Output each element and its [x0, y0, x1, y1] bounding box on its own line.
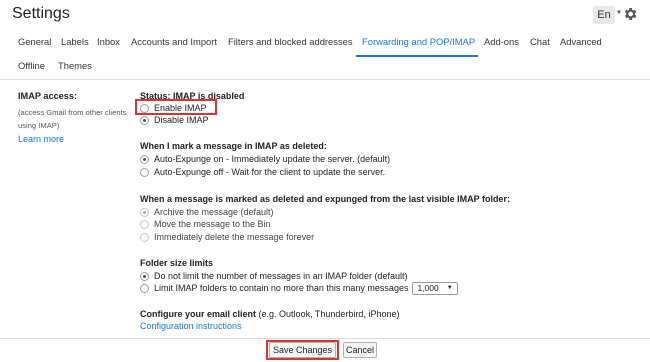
no-limit-option[interactable]: Do not limit the number of messages in a…	[140, 270, 407, 282]
archive-option: Archive the message (default)	[140, 206, 274, 218]
enable-imap-label: Enable IMAP	[154, 103, 207, 113]
tab-add-ons[interactable]: Add-ons	[484, 36, 519, 47]
no-limit-radio[interactable]	[140, 271, 149, 281]
enable-imap-option[interactable]: Enable IMAP	[140, 102, 207, 114]
auto-expunge-on-option[interactable]: Auto-Expunge on - Immediately update the…	[140, 153, 390, 165]
chevron-down-icon: ▼	[446, 285, 453, 291]
archive-radio	[140, 207, 149, 217]
tab-filters[interactable]: Filters and blocked addresses	[228, 36, 353, 47]
imap-access-section: IMAP access: (access Gmail from other cl…	[18, 91, 133, 144]
configure-client-examples: (e.g. Outlook, Thunderbird, iPhone)	[258, 309, 400, 319]
limit-folders-label: Limit IMAP folders to contain no more th…	[154, 283, 409, 293]
delete-forever-option: Immediately delete the message forever	[140, 231, 314, 243]
settings-header: Settings En ▼	[0, 0, 650, 30]
imap-access-description: (access Gmail from other clients using I…	[18, 108, 127, 130]
footer-divider	[0, 338, 650, 339]
learn-more-link[interactable]: Learn more	[18, 134, 133, 144]
move-to-bin-radio	[140, 219, 149, 229]
move-to-bin-label: Move the message to the Bin	[154, 219, 271, 229]
folder-size-title: Folder size limits	[140, 258, 214, 268]
active-tab-indicator	[356, 55, 478, 57]
tab-offline[interactable]: Offline	[18, 60, 45, 71]
tab-forwarding-pop-imap[interactable]: Forwarding and POP/IMAP	[362, 36, 475, 47]
tab-labels[interactable]: Labels	[61, 36, 89, 47]
configure-client-title: Configure your email client (e.g. Outloo…	[140, 309, 399, 319]
folder-limit-select[interactable]: 1,000 ▼	[412, 281, 458, 295]
tab-advanced[interactable]: Advanced	[560, 36, 602, 47]
disable-imap-option[interactable]: Disable IMAP	[140, 114, 209, 126]
limit-folders-radio[interactable]	[140, 283, 149, 293]
disable-imap-radio[interactable]	[140, 115, 149, 125]
no-limit-label: Do not limit the number of messages in a…	[154, 271, 408, 281]
configuration-instructions-link[interactable]: Configuration instructions	[140, 321, 242, 331]
auto-expunge-on-radio[interactable]	[140, 154, 149, 164]
folder-limit-value: 1,000	[417, 283, 439, 293]
archive-label: Archive the message (default)	[154, 207, 274, 217]
enable-imap-radio[interactable]	[140, 103, 149, 113]
auto-expunge-off-option[interactable]: Auto-Expunge off - Wait for the client t…	[140, 166, 385, 178]
imap-access-label: IMAP access:	[18, 91, 78, 101]
expunged-title: When a message is marked as deleted and …	[140, 194, 510, 204]
auto-expunge-off-radio[interactable]	[140, 167, 149, 177]
configure-client-heading: Configure your email client	[140, 309, 257, 319]
tab-general[interactable]: General	[18, 36, 51, 47]
save-changes-button[interactable]: Save Changes	[269, 342, 336, 358]
tab-themes[interactable]: Themes	[58, 60, 92, 71]
deleted-title: When I mark a message in IMAP as deleted…	[140, 141, 327, 151]
limit-folders-option[interactable]: Limit IMAP folders to contain no more th…	[140, 281, 458, 295]
delete-forever-radio	[140, 232, 149, 242]
gear-icon[interactable]	[622, 6, 638, 22]
tab-inbox[interactable]: Inbox	[97, 36, 120, 47]
tab-chat[interactable]: Chat	[530, 36, 550, 47]
disable-imap-label: Disable IMAP	[154, 115, 209, 125]
auto-expunge-off-label: Auto-Expunge off - Wait for the client t…	[154, 167, 386, 177]
language-button[interactable]: En	[593, 6, 615, 24]
page-title: Settings	[12, 5, 70, 22]
auto-expunge-on-label: Auto-Expunge on - Immediately update the…	[154, 154, 391, 164]
settings-tabs: General Labels Inbox Accounts and Import…	[0, 30, 650, 80]
delete-forever-label: Immediately delete the message forever	[154, 232, 315, 242]
tab-accounts-and-import[interactable]: Accounts and Import	[131, 36, 217, 47]
cancel-button[interactable]: Cancel	[343, 342, 377, 358]
move-to-bin-option: Move the message to the Bin	[140, 218, 271, 230]
